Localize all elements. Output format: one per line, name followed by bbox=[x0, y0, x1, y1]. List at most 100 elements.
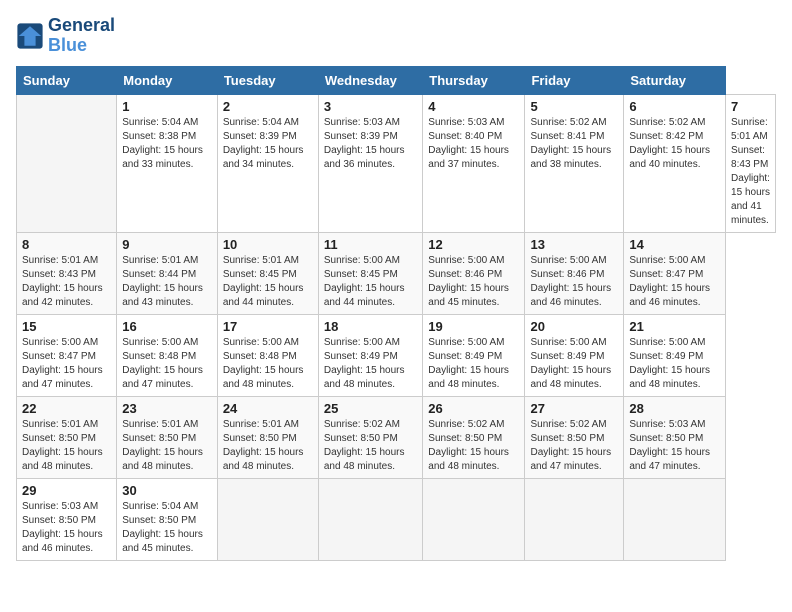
weekday-header-thursday: Thursday bbox=[423, 66, 525, 94]
day-info: Sunrise: 5:00 AMSunset: 8:46 PMDaylight:… bbox=[428, 254, 519, 310]
calendar-day: 24 Sunrise: 5:01 AMSunset: 8:50 PMDayligh… bbox=[217, 396, 318, 478]
day-number: 29 bbox=[22, 483, 111, 498]
calendar-day: 25 Sunrise: 5:02 AMSunset: 8:50 PMDayligh… bbox=[318, 396, 422, 478]
weekday-header-monday: Monday bbox=[117, 66, 218, 94]
day-number: 21 bbox=[629, 319, 720, 334]
calendar-day: 18 Sunrise: 5:00 AMSunset: 8:49 PMDayligh… bbox=[318, 314, 422, 396]
day-number: 25 bbox=[324, 401, 417, 416]
day-info: Sunrise: 5:00 AMSunset: 8:47 PMDaylight:… bbox=[629, 254, 720, 310]
calendar-day: 30 Sunrise: 5:04 AMSunset: 8:50 PMDayligh… bbox=[117, 478, 218, 560]
calendar-day: 21 Sunrise: 5:00 AMSunset: 8:49 PMDayligh… bbox=[624, 314, 726, 396]
calendar-day: 23 Sunrise: 5:01 AMSunset: 8:50 PMDayligh… bbox=[117, 396, 218, 478]
day-info: Sunrise: 5:02 AMSunset: 8:50 PMDaylight:… bbox=[428, 418, 519, 474]
day-info: Sunrise: 5:00 AMSunset: 8:49 PMDaylight:… bbox=[324, 336, 417, 392]
calendar-day: 29 Sunrise: 5:03 AMSunset: 8:50 PMDayligh… bbox=[17, 478, 117, 560]
calendar-day: 26 Sunrise: 5:02 AMSunset: 8:50 PMDayligh… bbox=[423, 396, 525, 478]
calendar-day: 4Sunrise: 5:03 AMSunset: 8:40 PMDaylight… bbox=[423, 94, 525, 232]
calendar-day bbox=[217, 478, 318, 560]
calendar-day: 13 Sunrise: 5:00 AMSunset: 8:46 PMDayligh… bbox=[525, 232, 624, 314]
day-info: Sunrise: 5:04 AMSunset: 8:50 PMDaylight:… bbox=[122, 500, 212, 556]
page-header: General Blue bbox=[16, 16, 776, 56]
day-number: 6 bbox=[629, 99, 720, 114]
weekday-header-friday: Friday bbox=[525, 66, 624, 94]
logo: General Blue bbox=[16, 16, 115, 56]
day-info: Sunrise: 5:04 AMSunset: 8:39 PMDaylight:… bbox=[223, 116, 313, 172]
calendar-day: 16 Sunrise: 5:00 AMSunset: 8:48 PMDayligh… bbox=[117, 314, 218, 396]
calendar-day: 2 Sunrise: 5:04 AMSunset: 8:39 PMDaylight… bbox=[217, 94, 318, 232]
day-info: Sunrise: 5:01 AMSunset: 8:43 PMDaylight:… bbox=[22, 254, 111, 310]
calendar-day: 28 Sunrise: 5:03 AMSunset: 8:50 PMDayligh… bbox=[624, 396, 726, 478]
day-number: 16 bbox=[122, 319, 212, 334]
weekday-header-wednesday: Wednesday bbox=[318, 66, 422, 94]
day-number: 10 bbox=[223, 237, 313, 252]
day-info: Sunrise: 5:03 AMSunset: 8:50 PMDaylight:… bbox=[629, 418, 720, 474]
day-number: 28 bbox=[629, 401, 720, 416]
day-number: 14 bbox=[629, 237, 720, 252]
day-info: Sunrise: 5:00 AMSunset: 8:45 PMDaylight:… bbox=[324, 254, 417, 310]
calendar-day: 10 Sunrise: 5:01 AMSunset: 8:45 PMDayligh… bbox=[217, 232, 318, 314]
weekday-header-sunday: Sunday bbox=[17, 66, 117, 94]
day-info: Sunrise: 5:02 AMSunset: 8:42 PMDaylight:… bbox=[629, 116, 720, 172]
calendar-day: 5 Sunrise: 5:02 AMSunset: 8:41 PMDaylight… bbox=[525, 94, 624, 232]
weekday-header-saturday: Saturday bbox=[624, 66, 726, 94]
day-info: Sunrise: 5:00 AMSunset: 8:49 PMDaylight:… bbox=[428, 336, 519, 392]
logo-icon bbox=[16, 22, 44, 50]
day-info: Sunrise: 5:00 AMSunset: 8:49 PMDaylight:… bbox=[629, 336, 720, 392]
calendar-day: 3Sunrise: 5:03 AMSunset: 8:39 PMDaylight… bbox=[318, 94, 422, 232]
day-number: 30 bbox=[122, 483, 212, 498]
calendar-day bbox=[624, 478, 726, 560]
calendar-day: 27Sunrise: 5:02 AMSunset: 8:50 PMDayligh… bbox=[525, 396, 624, 478]
calendar-day: 8 Sunrise: 5:01 AMSunset: 8:43 PMDaylight… bbox=[17, 232, 117, 314]
day-number: 18 bbox=[324, 319, 417, 334]
day-number: 22 bbox=[22, 401, 111, 416]
day-info: Sunrise: 5:04 AMSunset: 8:38 PMDaylight:… bbox=[122, 116, 212, 172]
calendar-day: 6 Sunrise: 5:02 AMSunset: 8:42 PMDaylight… bbox=[624, 94, 726, 232]
calendar-day: 19 Sunrise: 5:00 AMSunset: 8:49 PMDayligh… bbox=[423, 314, 525, 396]
day-info: Sunrise: 5:01 AMSunset: 8:45 PMDaylight:… bbox=[223, 254, 313, 310]
day-number: 1 bbox=[122, 99, 212, 114]
day-info: Sunrise: 5:01 AMSunset: 8:50 PMDaylight:… bbox=[122, 418, 212, 474]
calendar-day: 1 Sunrise: 5:04 AMSunset: 8:38 PMDaylight… bbox=[117, 94, 218, 232]
calendar-day: 9 Sunrise: 5:01 AMSunset: 8:44 PMDaylight… bbox=[117, 232, 218, 314]
calendar-day bbox=[525, 478, 624, 560]
calendar-day: 22 Sunrise: 5:01 AMSunset: 8:50 PMDayligh… bbox=[17, 396, 117, 478]
day-info: Sunrise: 5:03 AMSunset: 8:50 PMDaylight:… bbox=[22, 500, 111, 556]
day-info: Sunrise: 5:01 AMSunset: 8:50 PMDaylight:… bbox=[223, 418, 313, 474]
calendar-day: 20 Sunrise: 5:00 AMSunset: 8:49 PMDayligh… bbox=[525, 314, 624, 396]
day-info: Sunrise: 5:03 AMSunset: 8:39 PMDaylight:… bbox=[324, 116, 417, 172]
day-number: 2 bbox=[223, 99, 313, 114]
day-number: 11 bbox=[324, 237, 417, 252]
day-number: 26 bbox=[428, 401, 519, 416]
day-number: 23 bbox=[122, 401, 212, 416]
calendar-day bbox=[423, 478, 525, 560]
day-info: Sunrise: 5:00 AMSunset: 8:48 PMDaylight:… bbox=[122, 336, 212, 392]
day-number: 7 bbox=[731, 99, 770, 114]
empty-cell bbox=[17, 94, 117, 232]
day-number: 24 bbox=[223, 401, 313, 416]
day-info: Sunrise: 5:02 AMSunset: 8:50 PMDaylight:… bbox=[324, 418, 417, 474]
calendar-table: SundayMondayTuesdayWednesdayThursdayFrid… bbox=[16, 66, 776, 561]
calendar-day: 17Sunrise: 5:00 AMSunset: 8:48 PMDayligh… bbox=[217, 314, 318, 396]
day-info: Sunrise: 5:01 AMSunset: 8:44 PMDaylight:… bbox=[122, 254, 212, 310]
day-info: Sunrise: 5:00 AMSunset: 8:49 PMDaylight:… bbox=[530, 336, 618, 392]
day-number: 15 bbox=[22, 319, 111, 334]
day-number: 8 bbox=[22, 237, 111, 252]
day-number: 20 bbox=[530, 319, 618, 334]
day-number: 12 bbox=[428, 237, 519, 252]
day-number: 13 bbox=[530, 237, 618, 252]
weekday-header-tuesday: Tuesday bbox=[217, 66, 318, 94]
day-info: Sunrise: 5:01 AMSunset: 8:50 PMDaylight:… bbox=[22, 418, 111, 474]
day-number: 5 bbox=[530, 99, 618, 114]
day-number: 19 bbox=[428, 319, 519, 334]
calendar-day: 14 Sunrise: 5:00 AMSunset: 8:47 PMDayligh… bbox=[624, 232, 726, 314]
day-info: Sunrise: 5:00 AMSunset: 8:47 PMDaylight:… bbox=[22, 336, 111, 392]
calendar-day: 12 Sunrise: 5:00 AMSunset: 8:46 PMDayligh… bbox=[423, 232, 525, 314]
calendar-day: 7Sunrise: 5:01 AMSunset: 8:43 PMDaylight… bbox=[726, 94, 776, 232]
day-info: Sunrise: 5:03 AMSunset: 8:40 PMDaylight:… bbox=[428, 116, 519, 172]
calendar-day: 15 Sunrise: 5:00 AMSunset: 8:47 PMDayligh… bbox=[17, 314, 117, 396]
day-info: Sunrise: 5:02 AMSunset: 8:41 PMDaylight:… bbox=[530, 116, 618, 172]
day-info: Sunrise: 5:02 AMSunset: 8:50 PMDaylight:… bbox=[530, 418, 618, 474]
day-info: Sunrise: 5:00 AMSunset: 8:46 PMDaylight:… bbox=[530, 254, 618, 310]
day-number: 9 bbox=[122, 237, 212, 252]
logo-text: General Blue bbox=[48, 16, 115, 56]
